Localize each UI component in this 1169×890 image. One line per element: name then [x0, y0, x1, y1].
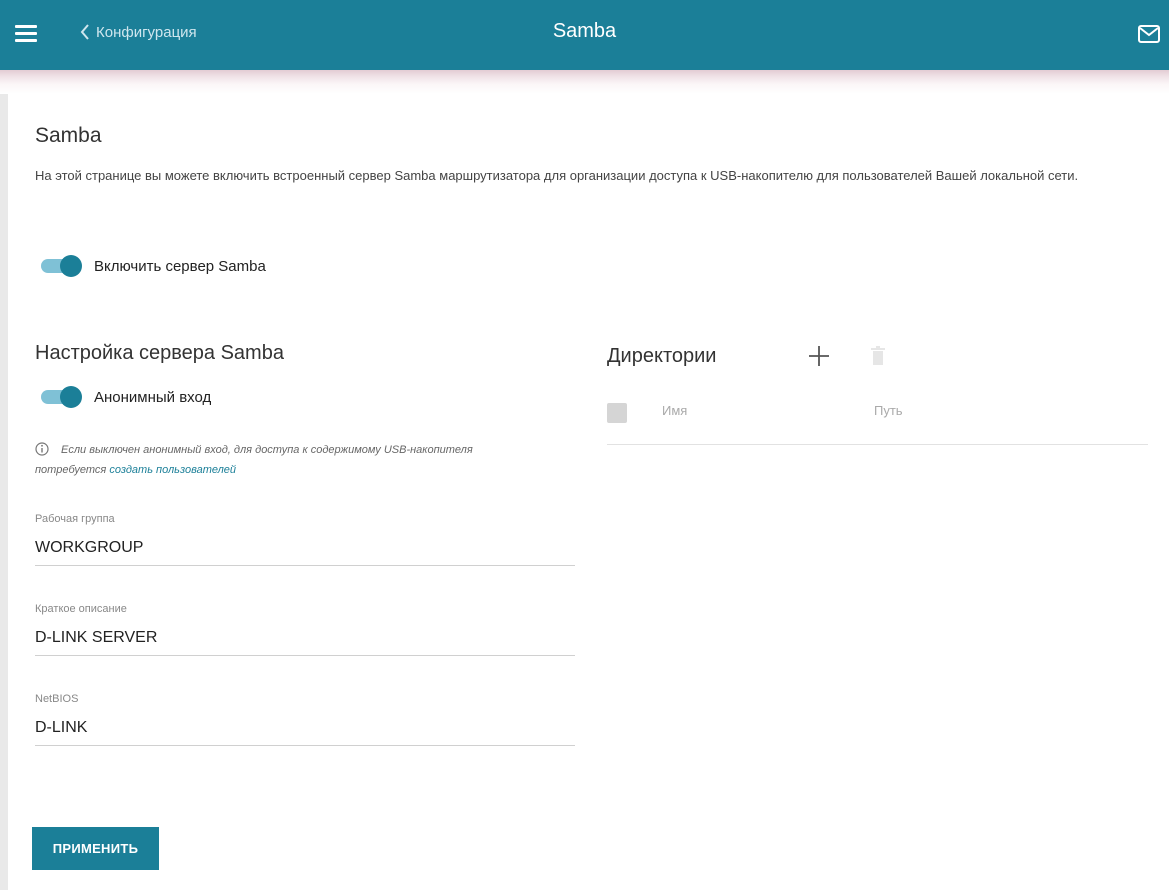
anonymous-login-toggle[interactable]: [37, 386, 82, 408]
anonymous-info-text: Если выключен анонимный вход, для доступ…: [35, 444, 473, 476]
anonymous-login-label: Анонимный вход: [94, 389, 212, 406]
plus-icon[interactable]: [808, 345, 830, 367]
netbios-field: NetBIOS: [35, 693, 575, 746]
workgroup-input[interactable]: [35, 538, 575, 566]
workgroup-field: Рабочая группа: [35, 513, 575, 566]
select-all-checkbox[interactable]: [607, 403, 627, 423]
enable-samba-toggle[interactable]: [37, 255, 82, 277]
trash-icon[interactable]: [870, 346, 886, 366]
enable-samba-label: Включить сервер Samba: [94, 258, 266, 275]
short-description-label: Краткое описание: [35, 603, 127, 615]
netbios-input[interactable]: [35, 718, 575, 746]
workgroup-label: Рабочая группа: [35, 513, 115, 525]
top-bar-shadow: [0, 70, 1169, 94]
header-title: Samba: [552, 20, 617, 42]
short-description-input[interactable]: [35, 628, 575, 656]
column-name-header: Имя: [662, 403, 688, 418]
apply-button[interactable]: ПРИМЕНИТЬ: [32, 827, 159, 870]
netbios-label: NetBIOS: [35, 693, 79, 705]
page-title: Samba: [35, 124, 102, 147]
top-bar: Конфигурация Samba: [0, 0, 1169, 70]
create-users-link[interactable]: создать пользователей: [109, 464, 236, 476]
description-field: Краткое описание: [35, 603, 575, 656]
directories-table-header: Имя Путь: [607, 396, 1148, 445]
left-edge-strip: [0, 0, 8, 890]
mail-icon[interactable]: [1137, 24, 1161, 44]
directories-title: Директории: [607, 345, 717, 367]
page-description: На этой странице вы можете включить встр…: [35, 168, 1079, 183]
server-settings-title: Настройка сервера Samba: [35, 342, 284, 364]
column-path-header: Путь: [874, 403, 903, 418]
